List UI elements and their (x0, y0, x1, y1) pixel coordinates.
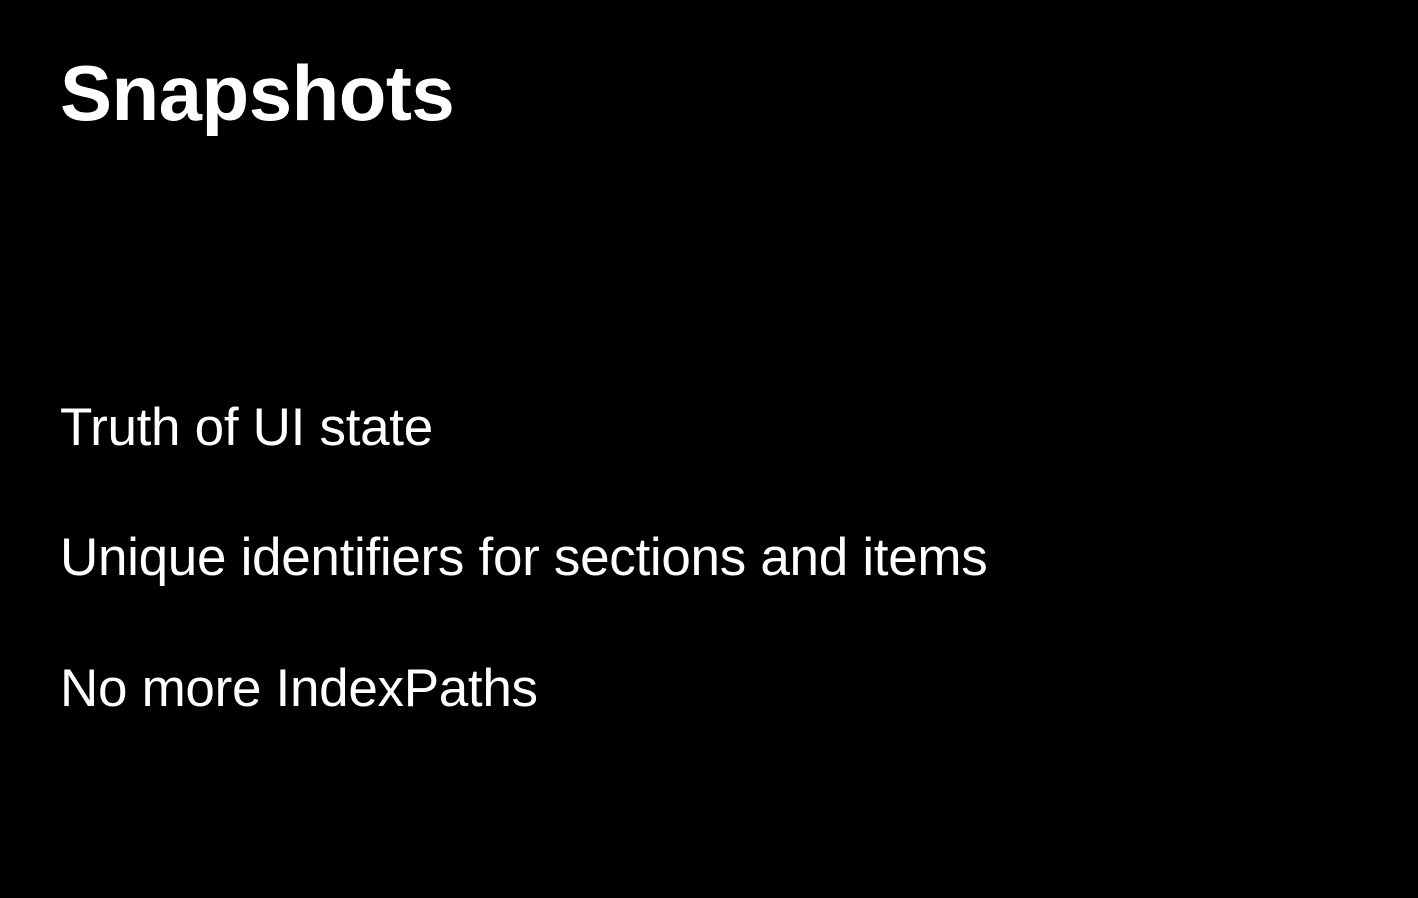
bullet-item: Unique identifiers for sections and item… (60, 529, 1358, 587)
bullet-item: No more IndexPaths (60, 660, 1358, 718)
slide-title: Snapshots (60, 48, 1358, 139)
bullet-item: Truth of UI state (60, 399, 1358, 457)
bullet-list: Truth of UI state Unique identifiers for… (60, 399, 1358, 718)
